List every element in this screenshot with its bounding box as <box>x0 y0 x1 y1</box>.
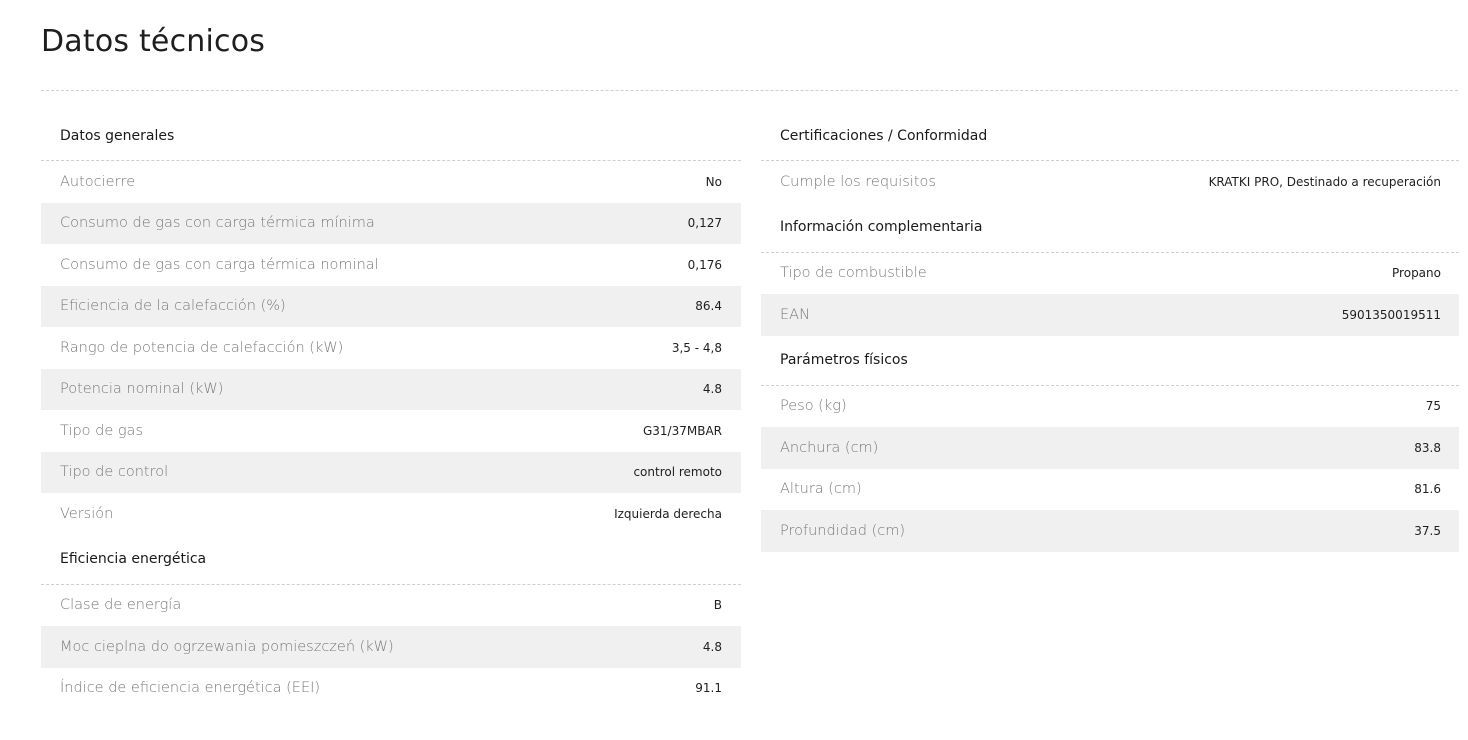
spec-label: Consumo de gas con carga térmica nominal <box>60 256 379 273</box>
spec-row: Clase de energía B <box>41 585 741 627</box>
spec-row: Tipo de gas G31/37MBAR <box>41 410 741 452</box>
spec-label: Índice de eficiencia energética (EEI) <box>60 680 321 697</box>
spec-row: Altura (cm) 81.6 <box>761 469 1459 511</box>
spec-label: Peso (kg) <box>780 398 847 415</box>
spec-value: control remoto <box>633 465 722 480</box>
spec-value: 91.1 <box>695 681 722 696</box>
spec-row: Peso (kg) 75 <box>761 386 1459 428</box>
spec-value: 83.8 <box>1414 440 1441 455</box>
spec-label: Eficiencia de la calefacción (%) <box>60 298 286 315</box>
spec-label: Tipo de gas <box>60 422 143 439</box>
spec-value: G31/37MBAR <box>642 423 722 438</box>
spec-label: Consumo de gas con carga térmica mínima <box>60 215 375 232</box>
spec-label: EAN <box>780 306 810 323</box>
spec-label: Versión <box>60 505 114 522</box>
spec-row: Eficiencia de la calefacción (%) 86.4 <box>41 285 741 327</box>
spec-value: 37.5 <box>1414 523 1441 538</box>
spec-label: Tipo de control <box>60 464 169 481</box>
spec-row: Rango de potencia de calefacción (kW) 3,5… <box>41 327 741 369</box>
spec-row: Autocierre No <box>41 161 741 203</box>
spec-value: KRATKI PRO, Destinado a recuperación <box>1208 174 1441 189</box>
spec-label: Moc cieplna do ogrzewania pomieszczeń (k… <box>60 638 394 655</box>
spec-label: Cumple los requisitos <box>780 173 936 190</box>
tech-data-page: Datos técnicos Datos generales Autocierr… <box>0 0 1468 740</box>
right-column: Certificaciones / Conformidad Cumple los… <box>761 111 1459 552</box>
spec-label: Anchura (cm) <box>780 439 879 456</box>
spec-value: 75 <box>1425 399 1441 414</box>
spec-value: Izquierda derecha <box>614 506 722 521</box>
spec-row: Potencia nominal (kW) 4.8 <box>41 368 741 410</box>
spec-row: Consumo de gas con carga térmica mínima 0… <box>41 202 741 244</box>
spec-label: Rango de potencia de calefacción (kW) <box>60 339 344 356</box>
spec-row: Índice de eficiencia energética (EEI) 91.… <box>41 668 741 710</box>
spec-value: 81.6 <box>1414 482 1441 497</box>
spec-value: 4.8 <box>702 382 722 397</box>
section-heading-general: Datos generales <box>41 111 741 161</box>
title-divider <box>41 90 1458 91</box>
spec-value: No <box>705 174 722 189</box>
spec-label: Autocierre <box>60 173 136 190</box>
spec-row: EAN 5901350019511 <box>761 294 1459 336</box>
section-heading-certifications: Certificaciones / Conformidad <box>761 111 1459 161</box>
spec-row: Anchura (cm) 83.8 <box>761 427 1459 469</box>
spec-label: Profundidad (cm) <box>780 522 906 539</box>
spec-row: Tipo de combustible Propano <box>761 253 1459 295</box>
spec-row: Versión Izquierda derecha <box>41 493 741 535</box>
page-title: Datos técnicos <box>41 24 266 59</box>
spec-value: 3,5 - 4,8 <box>671 340 722 355</box>
spec-label: Tipo de combustible <box>780 265 927 282</box>
section-heading-additional-info: Información complementaria <box>761 203 1459 253</box>
spec-value: 0,176 <box>687 257 722 272</box>
section-heading-energy: Eficiencia energética <box>41 535 741 585</box>
spec-value: Propano <box>1392 266 1441 281</box>
spec-value: 86.4 <box>695 299 722 314</box>
spec-value: B <box>713 598 722 613</box>
spec-value: 0,127 <box>687 216 722 231</box>
spec-value: 5901350019511 <box>1341 307 1441 322</box>
spec-row: Profundidad (cm) 37.5 <box>761 510 1459 552</box>
spec-row: Cumple los requisitos KRATKI PRO, Destina… <box>761 161 1459 203</box>
spec-label: Altura (cm) <box>780 481 862 498</box>
spec-label: Clase de energía <box>60 597 182 614</box>
spec-row: Consumo de gas con carga térmica nominal… <box>41 244 741 286</box>
spec-row: Moc cieplna do ogrzewania pomieszczeń (k… <box>41 626 741 668</box>
left-column: Datos generales Autocierre No Consumo de … <box>41 111 741 709</box>
spec-row: Tipo de control control remoto <box>41 451 741 493</box>
section-heading-physical: Parámetros físicos <box>761 336 1459 386</box>
spec-label: Potencia nominal (kW) <box>60 381 224 398</box>
spec-value: 4.8 <box>702 639 722 654</box>
